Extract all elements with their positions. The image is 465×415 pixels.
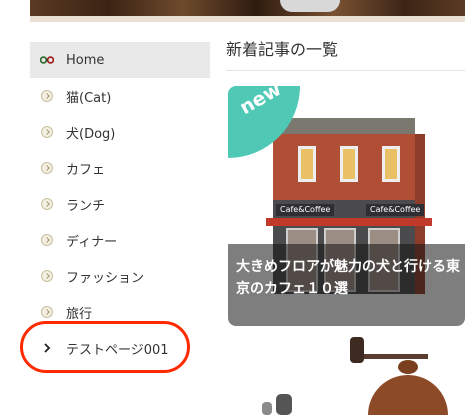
glasses-icon [40,53,54,67]
sidebar-item-cat[interactable]: 猫(Cat) [30,78,210,114]
circle-chevron-icon [40,269,54,283]
circle-chevron-icon [40,161,54,175]
sidebar-item-cafe[interactable]: カフェ [30,150,210,186]
highlight-ring [20,321,190,373]
sidebar-item-label: 猫(Cat) [66,90,112,106]
cafe-sign-left: Cafe&Coffee [276,204,335,216]
circle-chevron-icon [40,197,54,211]
sidebar-item-label: ランチ [66,198,106,214]
sidebar-item-label: カフェ [66,162,106,178]
sidebar-item-dinner[interactable]: ディナー [30,222,210,258]
article-card-2[interactable] [228,332,465,415]
circle-chevron-icon [40,305,54,319]
sidebar-item-home[interactable]: Home [30,42,210,78]
sidebar-item-dog[interactable]: 犬(Dog) [30,114,210,150]
sidebar-item-fashion[interactable]: ファッション [30,258,210,294]
sidebar-item-label: ディナー [66,234,118,250]
sidebar-item-label: Home [66,52,105,68]
new-badge-label: new [236,86,286,120]
circle-chevron-icon [40,233,54,247]
circle-chevron-icon [40,89,54,103]
sidebar-item-label: 旅行 [66,306,93,322]
sidebar-item-label: ファッション [66,270,145,286]
sidebar-nav: Home 猫(Cat) 犬(Dog) カフェ ランチ ディナー ファッション 旅… [30,42,210,366]
article-card[interactable]: Cafe&Coffee Cafe&Coffee new 大きめフロアが魅力の犬と… [228,86,465,326]
article-title[interactable]: 大きめフロアが魅力の犬と行ける東京のカフェ１０選 [236,256,461,300]
coffee-cup-graphic [280,0,340,12]
section-heading: 新着記事の一覧 [226,40,339,59]
heading-divider [226,70,465,71]
article-caption: 大きめフロアが魅力の犬と行ける東京のカフェ１０選 [228,244,465,326]
circle-chevron-icon [40,125,54,139]
cafe-sign-right: Cafe&Coffee [366,204,425,216]
sidebar-item-lunch[interactable]: ランチ [30,186,210,222]
hero-banner-image [30,0,465,22]
sidebar-item-label: 犬(Dog) [66,126,116,142]
main-content: 新着記事の一覧 [226,38,465,62]
